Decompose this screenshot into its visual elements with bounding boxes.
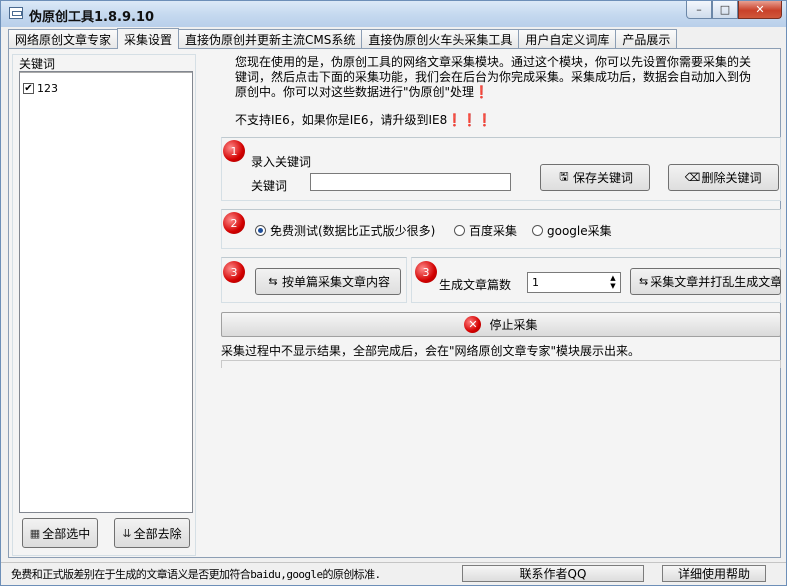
stepper-up-icon[interactable]: ▲ [607, 274, 619, 282]
collect-icon: ⇆ [268, 275, 278, 288]
help-button[interactable]: 详细使用帮助 [662, 565, 766, 582]
radio-baidu-indicator[interactable] [454, 225, 465, 236]
tab-article-expert[interactable]: 网络原创文章专家 [8, 29, 119, 49]
tab-locomotive-collector[interactable]: 直接伪原创火车头采集工具 [361, 29, 520, 49]
select-all-icon: ▦ [29, 526, 41, 540]
keyword-list[interactable]: ✔ 123 [19, 71, 193, 513]
intro-text: 您现在使用的是，伪原创工具的网络文章采集模块。通过这个模块，你可以先设置你需要采… [235, 55, 752, 99]
tab-collect-settings[interactable]: 采集设置 [117, 28, 180, 49]
status-bar: 免费和正式版差别在于生成的文章语义是否更加符合baidu,google的原创标准… [1, 562, 786, 585]
maximize-button[interactable]: □ [712, 1, 738, 19]
step3-single-badge: 3 [223, 261, 245, 283]
step1-badge: 1 [223, 140, 245, 162]
remove-all-button[interactable]: ⇊ 全部去除 [114, 518, 190, 548]
step2-badge: 2 [223, 212, 245, 234]
tab-cms-update[interactable]: 直接伪原创并更新主流CMS系统 [178, 29, 363, 49]
select-all-button[interactable]: ▦ 全部选中 [22, 518, 98, 548]
keyword-input[interactable] [310, 173, 511, 191]
keyword-checkbox[interactable]: ✔ [23, 82, 34, 94]
radio-free-test[interactable]: 免费测试(数据比正式版少很多) [255, 222, 435, 239]
stop-collect-button[interactable]: ✕ 停止采集 [221, 312, 781, 337]
delete-keyword-button[interactable]: ⌫ 删除关键词 [668, 164, 779, 191]
keyword-group-legend: 关键词 [17, 55, 58, 72]
article-count-label: 生成文章篇数 [439, 278, 512, 292]
collect-single-button[interactable]: ⇆ 按单篇采集文章内容 [255, 268, 401, 295]
list-item[interactable]: ✔ 123 [23, 80, 192, 96]
collect-shuffle-button[interactable]: ⇆ 采集文章并打乱生成文章 [630, 268, 781, 295]
status-text: 免费和正式版差别在于生成的文章语义是否更加符合baidu,google的原创标准… [11, 568, 381, 581]
step1-heading: 录入关键词 [251, 155, 312, 169]
stop-icon: ✕ [464, 316, 482, 333]
window-title: 伪原创工具1.8.9.10 [29, 10, 155, 25]
step3-batch-badge: 3 [415, 261, 437, 283]
title-bar: 伪原创工具1.8.9.10 – □ ✕ [1, 1, 786, 27]
radio-free-test-indicator[interactable] [255, 225, 266, 236]
save-keyword-button[interactable]: 🖫 保存关键词 [540, 164, 650, 191]
tab-products[interactable]: 产品展示 [615, 29, 678, 49]
radio-google[interactable]: google采集 [532, 222, 612, 239]
stepper-down-icon[interactable]: ▼ [607, 282, 619, 290]
app-window: 伪原创工具1.8.9.10 – □ ✕ 网络原创文章专家 采集设置 直接伪原创并… [0, 0, 787, 586]
tab-custom-dictionary[interactable]: 用户自定义词库 [518, 29, 617, 49]
minimize-button[interactable]: – [686, 1, 712, 19]
close-button[interactable]: ✕ [738, 1, 782, 19]
browser-note: 不支持IE6，如果你是IE6，请升级到IE8❗❗❗ [235, 113, 493, 127]
radio-google-indicator[interactable] [532, 225, 543, 236]
radio-baidu[interactable]: 百度采集 [454, 222, 517, 239]
collect-icon: ⇆ [639, 275, 649, 288]
save-icon: 🖫 [559, 170, 569, 183]
eraser-icon: ⌫ [684, 171, 701, 184]
contact-author-button[interactable]: 联系作者QQ [462, 565, 644, 582]
process-note: 采集过程中不显示结果，全部完成后，会在"网络原创文章专家"模块展示出来。 [221, 344, 641, 358]
divider [221, 360, 781, 368]
keyword-label: 123 [37, 81, 58, 95]
app-icon[interactable] [9, 7, 23, 19]
remove-all-icon: ⇊ [122, 526, 132, 540]
article-count-stepper[interactable]: 1 ▲ ▼ [527, 272, 621, 293]
tab-strip: 网络原创文章专家 采集设置 直接伪原创并更新主流CMS系统 直接伪原创火车头采集… [8, 28, 678, 49]
keyword-field-label: 关键词 [251, 179, 288, 193]
